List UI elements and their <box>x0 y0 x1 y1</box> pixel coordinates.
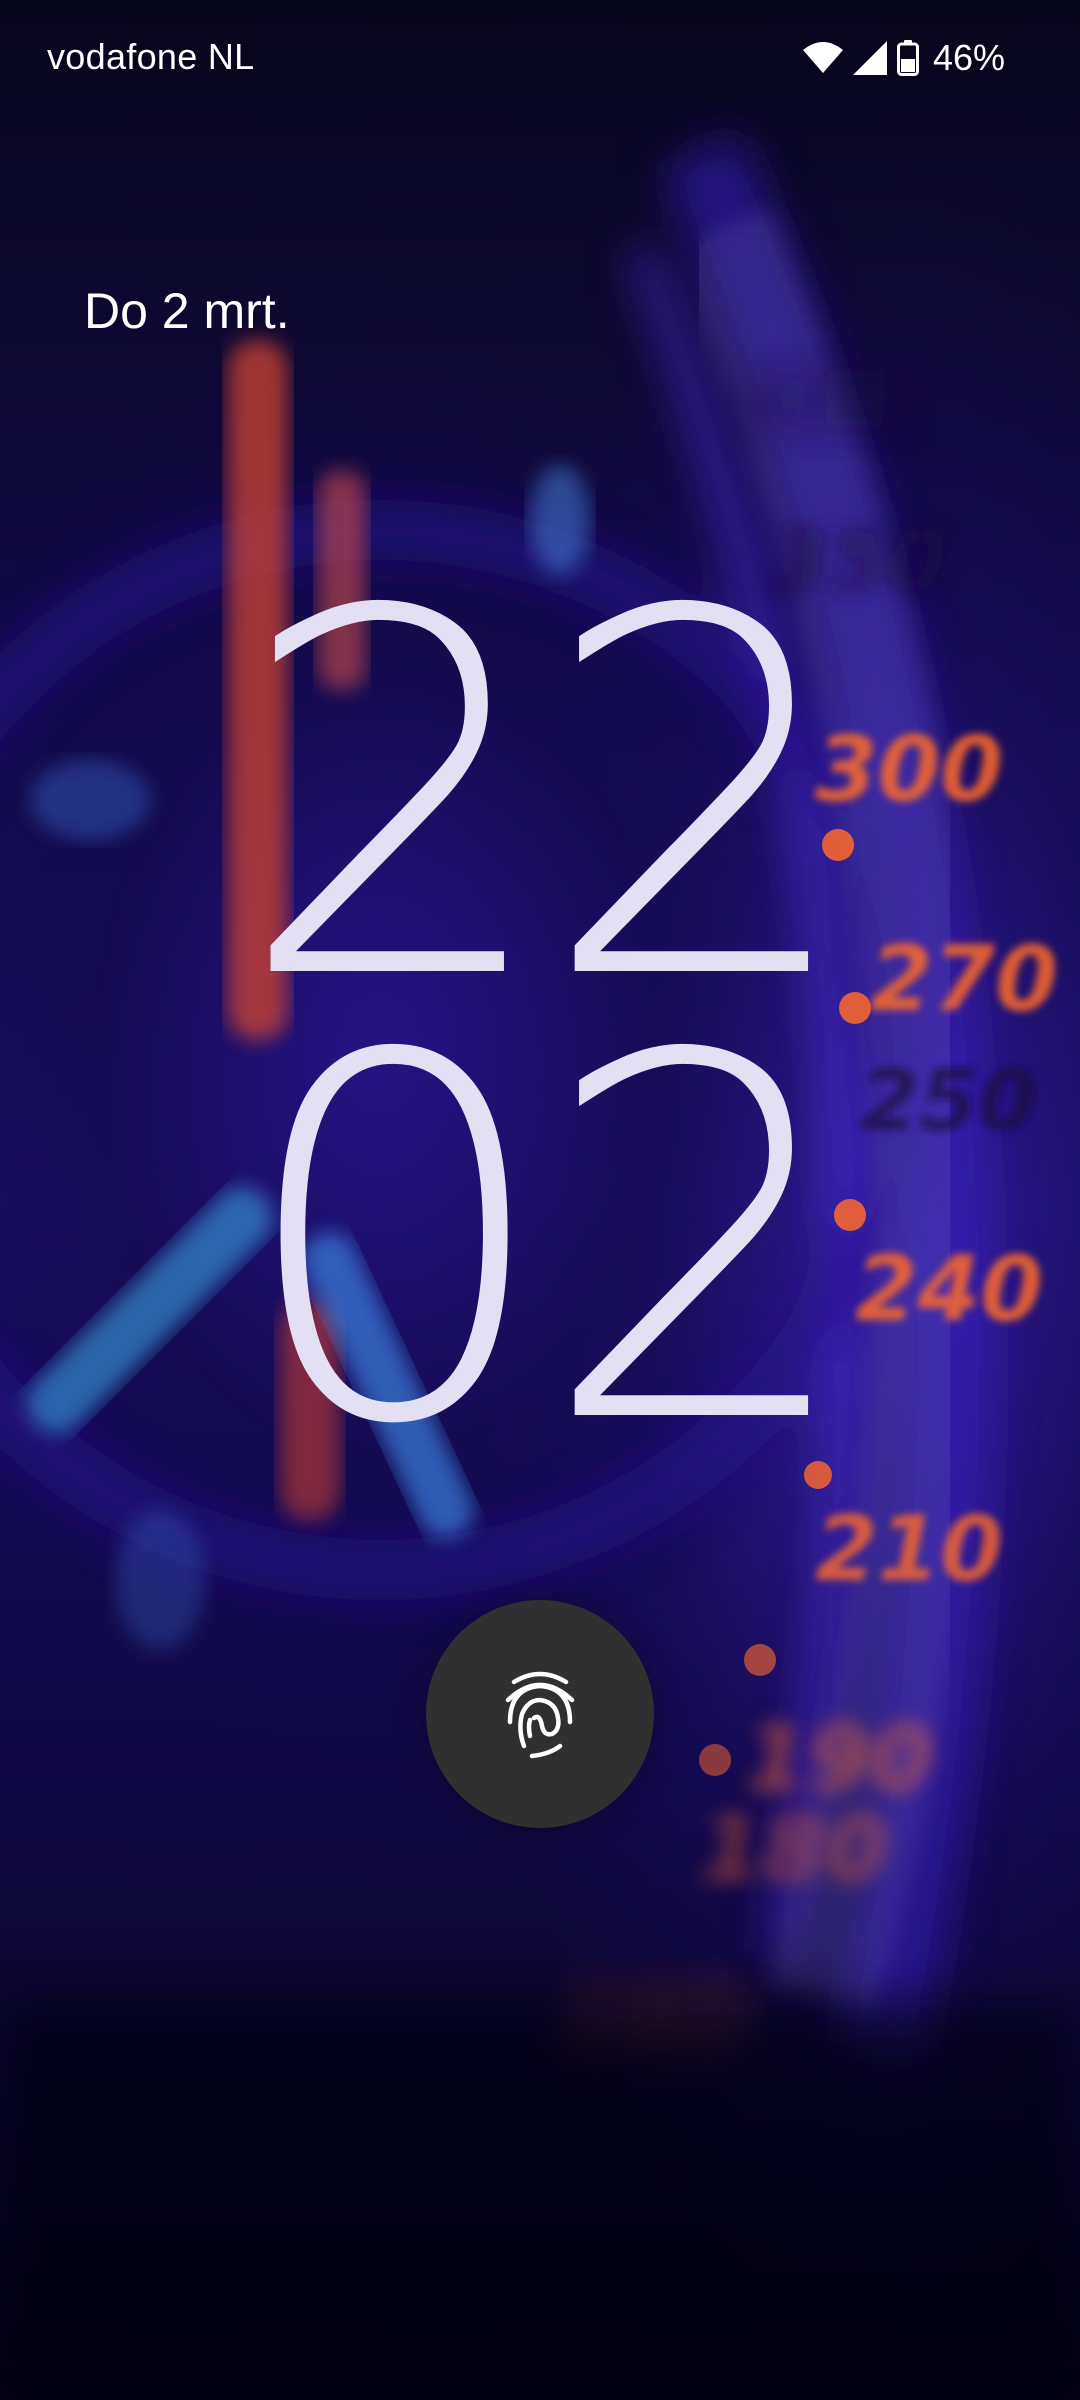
svg-text:400: 400 <box>739 352 917 451</box>
fingerprint-unlock-button[interactable] <box>426 1600 654 1828</box>
lock-screen: 300 270 240 210 190 180 160 250 350 400 … <box>0 0 1080 2400</box>
status-icons: 46% <box>802 36 1005 80</box>
fingerprint-icon <box>505 1671 575 1759</box>
cell-signal-icon <box>852 41 887 75</box>
lockscreen-date: Do 2 mrt. <box>84 283 290 339</box>
carrier-name: vodafone NL <box>47 36 255 77</box>
status-bar: vodafone NL 46% <box>0 0 1080 120</box>
wifi-icon <box>802 42 843 73</box>
battery-percentage: 46% <box>932 37 1005 78</box>
battery-icon <box>896 40 919 76</box>
svg-text:180: 180 <box>700 1797 888 1902</box>
clock-minutes: 02 <box>235 951 858 1533</box>
